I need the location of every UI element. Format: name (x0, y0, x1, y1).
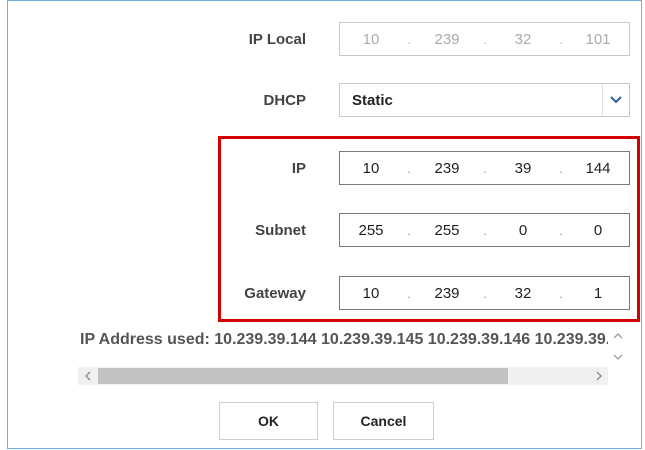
gateway-field: 10 . 239 . 32 . 1 (339, 276, 630, 310)
subnet-octet-3[interactable]: 0 (492, 222, 554, 239)
ip-addresses-used-text: IP Address used: 10.239.39.144 10.239.39… (80, 331, 608, 348)
scroll-left-icon[interactable] (78, 367, 96, 385)
ip-local-octet-1: 10 (362, 30, 380, 48)
scrollbar-thumb[interactable] (98, 368, 508, 384)
gateway-octet-4[interactable]: 1 (568, 285, 628, 302)
subnet-octet-1[interactable]: 255 (340, 222, 402, 239)
scroll-right-icon[interactable] (590, 367, 608, 385)
scroll-up-icon[interactable] (613, 326, 623, 344)
octet-separator: . (483, 160, 487, 176)
horizontal-scrollbar[interactable] (78, 367, 608, 385)
subnet-field: 255 . 255 . 0 . 0 (339, 213, 630, 247)
subnet-label: Subnet (255, 222, 306, 239)
gateway-octet-1[interactable]: 10 (340, 285, 402, 302)
dhcp-selected-value: Static (352, 92, 393, 109)
octet-separator: . (559, 31, 563, 47)
ip-local-octet-3: 32 (514, 30, 532, 48)
subnet-octet-2[interactable]: 255 (416, 222, 478, 239)
octet-separator: . (407, 285, 411, 301)
octet-separator: . (483, 285, 487, 301)
octet-separator: . (407, 160, 411, 176)
chevron-down-icon[interactable] (602, 84, 629, 116)
octet-separator: . (483, 222, 487, 238)
ip-octet-4[interactable]: 144 (568, 160, 628, 177)
ip-octet-3[interactable]: 39 (492, 160, 554, 177)
ok-button[interactable]: OK (219, 402, 318, 440)
dhcp-select[interactable]: Static (339, 83, 630, 117)
ip-octet-2[interactable]: 239 (416, 160, 478, 177)
cancel-button[interactable]: Cancel (333, 402, 434, 440)
dhcp-label: DHCP (263, 92, 306, 109)
subnet-octet-4[interactable]: 0 (568, 222, 628, 239)
ip-local-octet-4: 101 (585, 30, 611, 48)
gateway-octet-2[interactable]: 239 (416, 285, 478, 302)
ip-local-field: 10 . 239 . 32 . 101 (339, 22, 630, 56)
ip-local-octet-2: 239 (434, 30, 460, 48)
scroll-down-icon[interactable] (613, 348, 623, 366)
octet-separator: . (483, 31, 487, 47)
octet-separator: . (407, 222, 411, 238)
ip-local-label: IP Local (248, 31, 306, 48)
vertical-scrollbar[interactable] (609, 326, 627, 366)
ip-octet-1[interactable]: 10 (340, 160, 402, 177)
ip-field: 10 . 239 . 39 . 144 (339, 151, 630, 185)
ip-label: IP (291, 160, 306, 177)
octet-separator: . (559, 222, 563, 238)
gateway-label: Gateway (244, 285, 306, 302)
octet-separator: . (559, 160, 563, 176)
gateway-octet-3[interactable]: 32 (492, 285, 554, 302)
octet-separator: . (559, 285, 563, 301)
octet-separator: . (407, 31, 411, 47)
